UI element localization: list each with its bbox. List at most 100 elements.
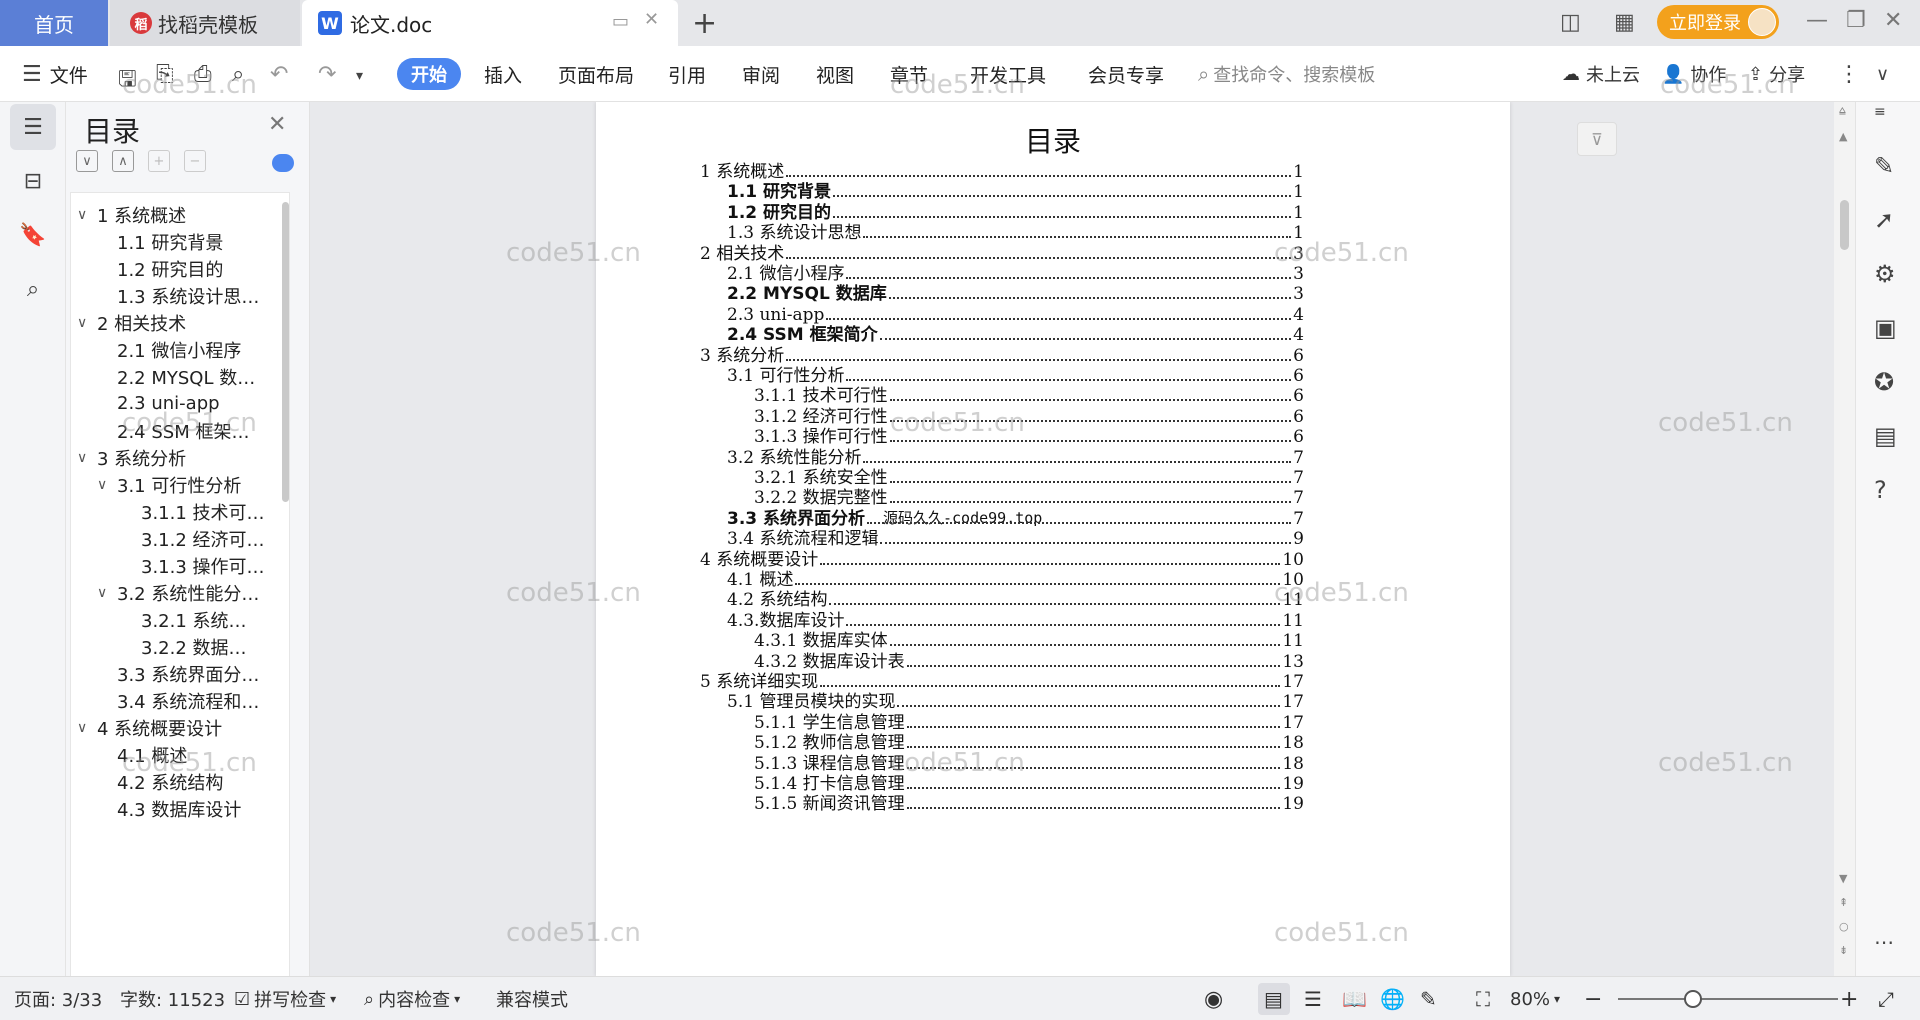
undo-icon[interactable]: ↶ bbox=[270, 62, 288, 87]
adjust-sliders-icon[interactable]: ⚙ bbox=[1874, 260, 1896, 288]
select-cursor-icon[interactable]: ➚ bbox=[1874, 206, 1894, 234]
tab-start[interactable]: 开始 bbox=[397, 58, 461, 90]
find-icon[interactable]: ⌕ bbox=[10, 266, 56, 312]
smart-tools-icon[interactable]: ✪ bbox=[1874, 368, 1894, 396]
toc-tree-item[interactable]: 3.1.1 技术可… bbox=[121, 498, 265, 525]
panel-toggle-icon[interactable]: ⊽ bbox=[1577, 122, 1617, 156]
scroll-up-icon[interactable]: ▲ bbox=[1839, 130, 1847, 143]
toc-tree-item[interactable]: 1.1 研究背景 bbox=[97, 228, 223, 255]
toc-tree-item[interactable]: 1.3 系统设计思… bbox=[97, 282, 259, 309]
toc-entry[interactable]: 1.3 系统设计思想 1 bbox=[727, 221, 1304, 243]
toc-tree-item[interactable]: ∨ 4 系统概要设计 bbox=[77, 714, 222, 741]
scroll-thumb[interactable] bbox=[1840, 200, 1849, 250]
rail-collapse-icon[interactable]: ≡ bbox=[1874, 104, 1886, 120]
minimize-icon[interactable]: — bbox=[1806, 8, 1828, 33]
expand-all-icon[interactable]: ∨ bbox=[76, 150, 98, 172]
expand-chevron-icon[interactable]: ∨ bbox=[97, 585, 117, 601]
help-icon[interactable]: ? bbox=[1874, 476, 1887, 504]
expand-chevron-icon[interactable]: ∨ bbox=[77, 720, 97, 736]
restore-icon[interactable]: ❐ bbox=[1846, 8, 1866, 33]
zoom-select[interactable]: 80% ▾ bbox=[1510, 977, 1560, 1020]
toc-tree-item[interactable]: 2.2 MYSQL 数… bbox=[97, 363, 255, 390]
collapse-all-icon[interactable]: ∧ bbox=[112, 150, 134, 172]
expand-chevron-icon[interactable]: ∨ bbox=[77, 315, 97, 331]
toc-tree-item[interactable]: 4.2 系统结构 bbox=[97, 768, 223, 795]
toc-entry[interactable]: 4.3.2 数据库设计表 13 bbox=[754, 650, 1304, 672]
ai-toc-icon[interactable] bbox=[272, 154, 294, 172]
expand-chevron-icon[interactable]: ∨ bbox=[77, 207, 97, 223]
scroll-down-icon[interactable]: ▼ bbox=[1839, 872, 1847, 885]
style-painter-icon[interactable]: ▣ bbox=[1874, 314, 1897, 342]
pen-icon[interactable]: ✎ bbox=[1874, 152, 1894, 180]
monitor-icon[interactable]: ▭ bbox=[612, 11, 629, 32]
read-view-icon[interactable]: 📖 bbox=[1342, 977, 1367, 1020]
tab-chapter[interactable]: 章节 bbox=[890, 46, 928, 102]
toc-tree-item[interactable]: ∨ 2 相关技术 bbox=[77, 309, 186, 336]
toc-tree-item[interactable]: 3.4 系统流程和… bbox=[97, 687, 259, 714]
toc-tree-item[interactable]: ∨ 3.2 系统性能分… bbox=[97, 579, 259, 606]
demote-icon[interactable]: − bbox=[184, 150, 206, 172]
export-icon[interactable]: ⎘ bbox=[156, 62, 174, 87]
toc-tree-item[interactable]: 3.1.2 经济可… bbox=[121, 525, 265, 552]
command-search[interactable]: ⌕ 查找命令、搜索模板 bbox=[1198, 46, 1375, 102]
tab-member[interactable]: 会员专享 bbox=[1088, 46, 1164, 102]
toc-tree-item[interactable]: 4.3 数据库设计 bbox=[97, 795, 241, 822]
outline-panel-icon[interactable]: ☰ bbox=[10, 104, 56, 150]
expand-chevron-icon[interactable]: ∨ bbox=[97, 477, 117, 493]
toc-tree-item[interactable]: 4.1 概述 bbox=[97, 741, 187, 768]
page-view-icon[interactable]: ▤ bbox=[1264, 977, 1283, 1020]
zoom-in-icon[interactable]: + bbox=[1840, 977, 1858, 1020]
prev-page-icon[interactable]: ⇞ bbox=[1839, 896, 1848, 909]
promote-icon[interactable]: + bbox=[148, 150, 170, 172]
apps-grid-icon[interactable]: ▦ bbox=[1614, 10, 1635, 35]
zoom-out-icon[interactable]: − bbox=[1584, 977, 1602, 1020]
eye-protection-icon[interactable]: ◉ bbox=[1204, 977, 1223, 1020]
toc-tree-item[interactable]: 3.1.3 操作可… bbox=[121, 552, 265, 579]
tab-docer-templates[interactable]: 稻 找稻壳模板 bbox=[110, 0, 300, 46]
tab-page-layout[interactable]: 页面布局 bbox=[558, 46, 634, 102]
write-view-icon[interactable]: ✎ bbox=[1420, 977, 1437, 1020]
document-page[interactable]: 目录 源码久久-code99.top 1 系统概述 1 1.1 研究背景 1 1.2 研… bbox=[596, 102, 1510, 976]
bookmark-icon[interactable]: 🔖 bbox=[10, 212, 56, 258]
tab-developer[interactable]: 开发工具 bbox=[970, 46, 1046, 102]
tab-home[interactable]: 首页 bbox=[0, 0, 108, 46]
toc-tree-item[interactable]: 3.2.2 数据… bbox=[121, 633, 247, 660]
tab-view[interactable]: 视图 bbox=[816, 46, 854, 102]
cloud-status[interactable]: ☁ 未上云 bbox=[1562, 46, 1640, 102]
zoom-slider-knob[interactable] bbox=[1684, 990, 1702, 1008]
more-tools-icon[interactable]: ⋯ bbox=[1874, 930, 1894, 954]
fit-page-icon[interactable]: ⛶ bbox=[1476, 977, 1490, 1020]
file-menu[interactable]: ☰ 文件 bbox=[22, 46, 88, 102]
toc-scrollbar[interactable] bbox=[282, 202, 289, 502]
more-menu-icon[interactable]: ⋮ bbox=[1838, 62, 1860, 87]
select-browse-icon[interactable]: ○ bbox=[1839, 920, 1849, 933]
next-page-icon[interactable]: ⇟ bbox=[1839, 944, 1848, 957]
reading-icon[interactable]: ▤ bbox=[1874, 422, 1897, 450]
web-view-icon[interactable]: 🌐 bbox=[1380, 977, 1405, 1020]
window-close-icon[interactable]: ✕ bbox=[1884, 8, 1902, 33]
page-indicator[interactable]: 页面: 3/33 bbox=[14, 977, 102, 1020]
scroll-top-icon[interactable]: ⩠ bbox=[1839, 104, 1846, 118]
toc-entry[interactable]: 2.4 SSM 框架简介 4 bbox=[727, 323, 1304, 345]
ribbon-collapse-icon[interactable]: ∨ bbox=[1876, 64, 1889, 85]
toc-entry[interactable]: 2.2 MYSQL 数据库 3 bbox=[727, 282, 1304, 304]
content-check-button[interactable]: ⌕ 内容检查 ▾ bbox=[364, 977, 460, 1020]
print-preview-icon[interactable]: ⌕ bbox=[232, 62, 244, 87]
toc-tree-item[interactable]: ∨ 3.1 可行性分析 bbox=[97, 471, 241, 498]
redo-icon[interactable]: ↷ bbox=[318, 62, 336, 87]
toc-tree-item[interactable]: 2.1 微信小程序 bbox=[97, 336, 241, 363]
save-icon[interactable]: 🖫 bbox=[118, 62, 137, 100]
new-tab-button[interactable]: + bbox=[692, 6, 717, 41]
toc-tree-item[interactable]: 3.2.1 系统… bbox=[121, 606, 247, 633]
toc-tree-item[interactable]: 1.2 研究目的 bbox=[97, 255, 223, 282]
reading-layout-icon[interactable]: ◫ bbox=[1560, 10, 1581, 35]
toc-tree-item[interactable]: 2.4 SSM 框架… bbox=[97, 417, 249, 444]
expand-chevron-icon[interactable]: ∨ bbox=[77, 450, 97, 466]
toc-tree-item[interactable]: ∨ 1 系统概述 bbox=[77, 201, 186, 228]
toc-entry[interactable]: 5.1.5 新闻资讯管理 19 bbox=[754, 792, 1304, 814]
toc-tree-item[interactable]: 3.3 系统界面分… bbox=[97, 660, 259, 687]
tab-document[interactable]: W 论文.doc ▭ ✕ bbox=[302, 0, 678, 46]
quick-access-dropdown-icon[interactable]: ▾ bbox=[356, 68, 363, 84]
share-button[interactable]: ⇪ 分享 bbox=[1748, 46, 1805, 102]
collab-button[interactable]: 👤 协作 bbox=[1662, 46, 1726, 102]
